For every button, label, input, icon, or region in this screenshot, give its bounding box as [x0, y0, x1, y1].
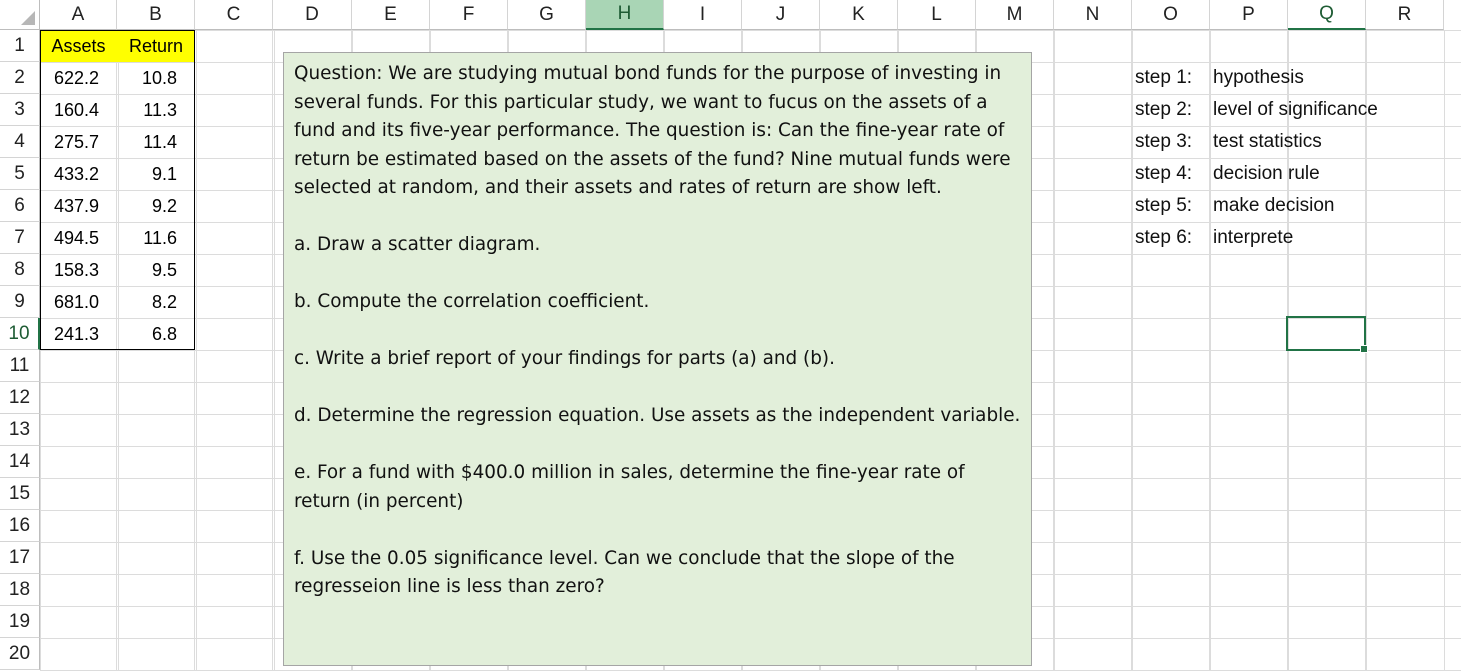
table-cell[interactable]: 8.2 [117, 286, 195, 318]
column-header-f[interactable]: F [430, 0, 508, 30]
table-cell[interactable]: 622.2 [40, 62, 117, 94]
row-header-12[interactable]: 12 [0, 382, 40, 414]
select-all-triangle-icon [21, 11, 35, 25]
column-header-j[interactable]: J [742, 0, 820, 30]
column-header-a[interactable]: A [40, 0, 117, 30]
table-cell[interactable]: 158.3 [40, 254, 117, 286]
step-row[interactable]: step 6: interprete [1135, 222, 1378, 254]
step-row[interactable]: step 4: decision rule [1135, 158, 1378, 190]
column-header-p[interactable]: P [1210, 0, 1288, 30]
row-header-15[interactable]: 15 [0, 478, 40, 510]
question-part-c: c. Write a brief report of your findings… [294, 348, 835, 369]
question-part-e: e. For a fund with $400.0 million in sal… [294, 462, 965, 512]
table-header-cell[interactable]: Assets [40, 30, 117, 62]
row-header-7[interactable]: 7 [0, 222, 40, 254]
step-text: interprete [1213, 227, 1294, 248]
question-part-b: b. Compute the correlation coefficient. [294, 291, 650, 312]
row-header-18[interactable]: 18 [0, 574, 40, 606]
column-header-b[interactable]: B [117, 0, 195, 30]
table-cell[interactable]: 9.5 [117, 254, 195, 286]
table-cell[interactable]: 11.4 [117, 126, 195, 158]
table-cell[interactable]: 494.5 [40, 222, 117, 254]
column-header-d[interactable]: D [273, 0, 352, 30]
spreadsheet[interactable]: ABCDEFGHIJKLMNOPQR 1 2 3 4 5 6 7 8 9 10 11 12 13 14 15… [0, 0, 1461, 671]
question-part-a: a. Draw a scatter diagram. [294, 234, 541, 255]
step-row[interactable]: step 3: test statistics [1135, 126, 1378, 158]
row-header-1[interactable]: 1 [0, 30, 40, 62]
row-header-17[interactable]: 17 [0, 542, 40, 574]
step-row[interactable]: step 1: hypothesis [1135, 62, 1378, 94]
table-cell[interactable]: 275.7 [40, 126, 117, 158]
table-cell[interactable]: 11.6 [117, 222, 195, 254]
column-header-q[interactable]: Q [1288, 0, 1366, 30]
column-header-g[interactable]: G [508, 0, 586, 30]
step-text: hypothesis [1213, 67, 1304, 88]
table-cell[interactable]: 437.9 [40, 190, 117, 222]
table-cell[interactable]: 433.2 [40, 158, 117, 190]
column-header-k[interactable]: K [820, 0, 898, 30]
step-text: test statistics [1213, 131, 1322, 152]
table-cell[interactable]: 6.8 [117, 318, 195, 350]
step-label: step 2: [1135, 99, 1193, 120]
table-cell[interactable]: 9.2 [117, 190, 195, 222]
column-header-i[interactable]: I [664, 0, 742, 30]
step-label: step 3: [1135, 131, 1193, 152]
row-header-16[interactable]: 16 [0, 510, 40, 542]
active-cell-selection[interactable] [1286, 316, 1368, 353]
column-header-h[interactable]: H [586, 0, 664, 30]
table-cell[interactable]: 241.3 [40, 318, 117, 350]
row-header-6[interactable]: 6 [0, 190, 40, 222]
fill-handle[interactable] [1360, 345, 1368, 353]
row-header-19[interactable]: 19 [0, 606, 40, 638]
table-header-cell[interactable]: Return [117, 30, 195, 62]
column-header-r[interactable]: R [1366, 0, 1444, 30]
steps-list: step 1: hypothesis step 2: level of signif… [1135, 62, 1378, 254]
question-textbox[interactable]: Question: We are studying mutual bond fu… [283, 52, 1032, 666]
table-cell[interactable]: 681.0 [40, 286, 117, 318]
table-cell[interactable]: 160.4 [40, 94, 117, 126]
step-row[interactable]: step 2: level of significance [1135, 94, 1378, 126]
table-cell[interactable]: 11.3 [117, 94, 195, 126]
column-gridline [272, 30, 273, 671]
row-header-14[interactable]: 14 [0, 446, 40, 478]
step-row[interactable]: step 5: make decision [1135, 190, 1378, 222]
column-header-c[interactable]: C [195, 0, 273, 30]
row-header-13[interactable]: 13 [0, 414, 40, 446]
select-all-corner[interactable] [0, 0, 40, 30]
row-header-5[interactable]: 5 [0, 158, 40, 190]
row-header-3[interactable]: 3 [0, 94, 40, 126]
step-label: step 4: [1135, 163, 1193, 184]
table-cell[interactable]: 10.8 [117, 62, 195, 94]
step-text: make decision [1213, 195, 1335, 216]
column-header-m[interactable]: M [976, 0, 1054, 30]
row-header-11[interactable]: 11 [0, 350, 40, 382]
table-cell[interactable]: 9.1 [117, 158, 195, 190]
question-intro: Question: We are studying mutual bond fu… [294, 63, 1011, 198]
column-header-o[interactable]: O [1132, 0, 1210, 30]
row-header-2[interactable]: 2 [0, 62, 40, 94]
step-text: level of significance [1213, 99, 1378, 120]
row-header-10[interactable]: 10 [0, 318, 40, 350]
question-part-f: f. Use the 0.05 significance level. Can … [294, 547, 955, 598]
row-header-9[interactable]: 9 [0, 286, 40, 318]
column-header-e[interactable]: E [352, 0, 430, 30]
column-header-l[interactable]: L [898, 0, 976, 30]
row-header-4[interactable]: 4 [0, 126, 40, 158]
row-header-20[interactable]: 20 [0, 638, 40, 670]
step-label: step 6: [1135, 227, 1193, 248]
column-gridline [1131, 30, 1132, 671]
row-header-8[interactable]: 8 [0, 254, 40, 286]
step-text: decision rule [1213, 163, 1320, 184]
column-header-n[interactable]: N [1054, 0, 1132, 30]
question-part-d: d. Determine the regression equation. Us… [294, 405, 1021, 426]
step-label: step 1: [1135, 67, 1193, 88]
step-label: step 5: [1135, 195, 1193, 216]
column-gridline [1053, 30, 1054, 671]
